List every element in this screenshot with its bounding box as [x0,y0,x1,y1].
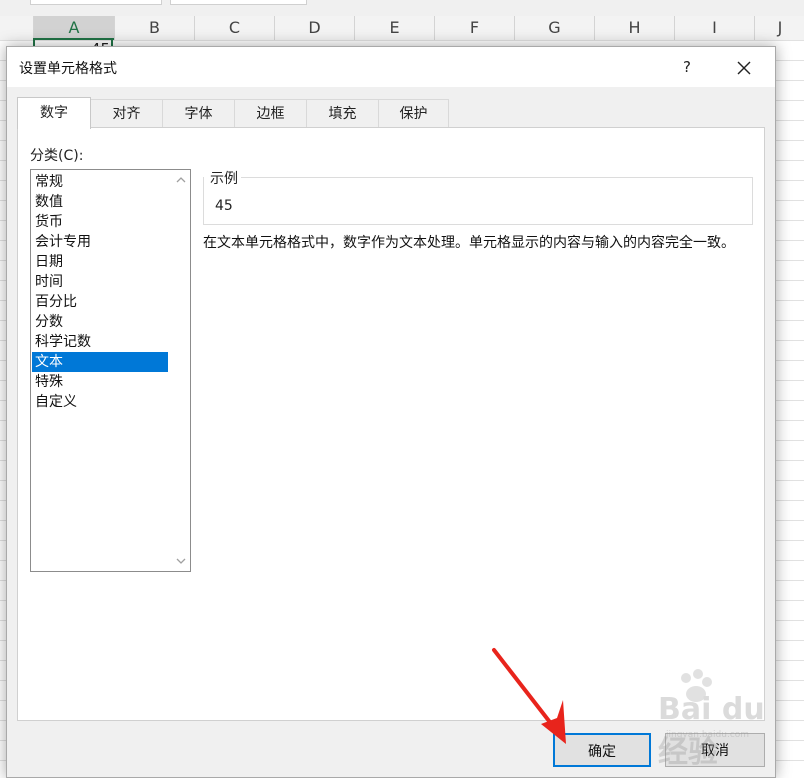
column-header-f[interactable]: F [434,16,514,40]
chevron-up-icon[interactable] [175,174,187,186]
sample-value: 45 [215,198,233,214]
column-header-i[interactable]: I [674,16,754,40]
tab-protection[interactable]: 保护 [378,99,449,128]
tab-border[interactable]: 边框 [234,99,307,128]
ok-button[interactable]: 确定 [553,733,651,767]
column-header-e[interactable]: E [354,16,434,40]
category-listbox[interactable]: 常规 数值 货币 会计专用 日期 时间 百分比 分数 科学记数 文本 特殊 自定… [30,169,191,572]
number-tab-panel: 分类(C): 常规 数值 货币 会计专用 日期 时间 百分比 分数 科学记数 文… [17,127,765,721]
category-item-date[interactable]: 日期 [32,252,168,272]
column-header-row: A B C D E F G H I J [0,16,804,41]
column-header-h[interactable]: H [594,16,674,40]
dialog-title: 设置单元格格式 [19,61,117,77]
category-item-number[interactable]: 数值 [32,192,168,212]
sample-group [203,177,753,225]
toolbar-fragment [170,0,307,5]
tab-number[interactable]: 数字 [17,97,91,129]
category-item-text[interactable]: 文本 [32,352,168,372]
cancel-button[interactable]: 取消 [665,733,765,767]
category-item-currency[interactable]: 货币 [32,212,168,232]
chevron-down-icon[interactable] [175,555,187,567]
sample-label: 示例 [204,168,241,188]
category-scrollbar[interactable] [172,170,190,571]
column-header-g[interactable]: G [514,16,594,40]
tab-fill[interactable]: 填充 [306,99,379,128]
category-item-special[interactable]: 特殊 [32,372,168,392]
category-item-time[interactable]: 时间 [32,272,168,292]
category-item-accounting[interactable]: 会计专用 [32,232,168,252]
toolbar-fragment [30,0,162,5]
format-description: 在文本单元格格式中，数字作为文本处理。单元格显示的内容与输入的内容完全一致。 [203,235,735,251]
category-list: 常规 数值 货币 会计专用 日期 时间 百分比 分数 科学记数 文本 特殊 自定… [32,172,168,412]
dialog-titlebar[interactable]: 设置单元格格式 ? [7,47,775,87]
tab-font[interactable]: 字体 [162,99,235,128]
category-item-scientific[interactable]: 科学记数 [32,332,168,352]
category-item-general[interactable]: 常规 [32,172,168,192]
category-label: 分类(C): [30,148,84,164]
column-header-d[interactable]: D [274,16,354,40]
category-item-fraction[interactable]: 分数 [32,312,168,332]
column-header-a[interactable]: A [33,16,114,40]
tab-alignment[interactable]: 对齐 [90,99,163,128]
column-header-b[interactable]: B [114,16,194,40]
close-button[interactable] [731,55,757,81]
format-cells-dialog: 设置单元格格式 ? 数字 对齐 字体 边框 填充 保护 分类(C): 常规 数值… [6,46,776,778]
column-header-j[interactable]: J [754,16,804,40]
category-item-custom[interactable]: 自定义 [32,392,168,412]
close-icon [737,61,751,75]
category-item-percentage[interactable]: 百分比 [32,292,168,312]
column-header-c[interactable]: C [194,16,274,40]
top-strip [0,0,804,16]
help-button[interactable]: ? [675,55,699,79]
